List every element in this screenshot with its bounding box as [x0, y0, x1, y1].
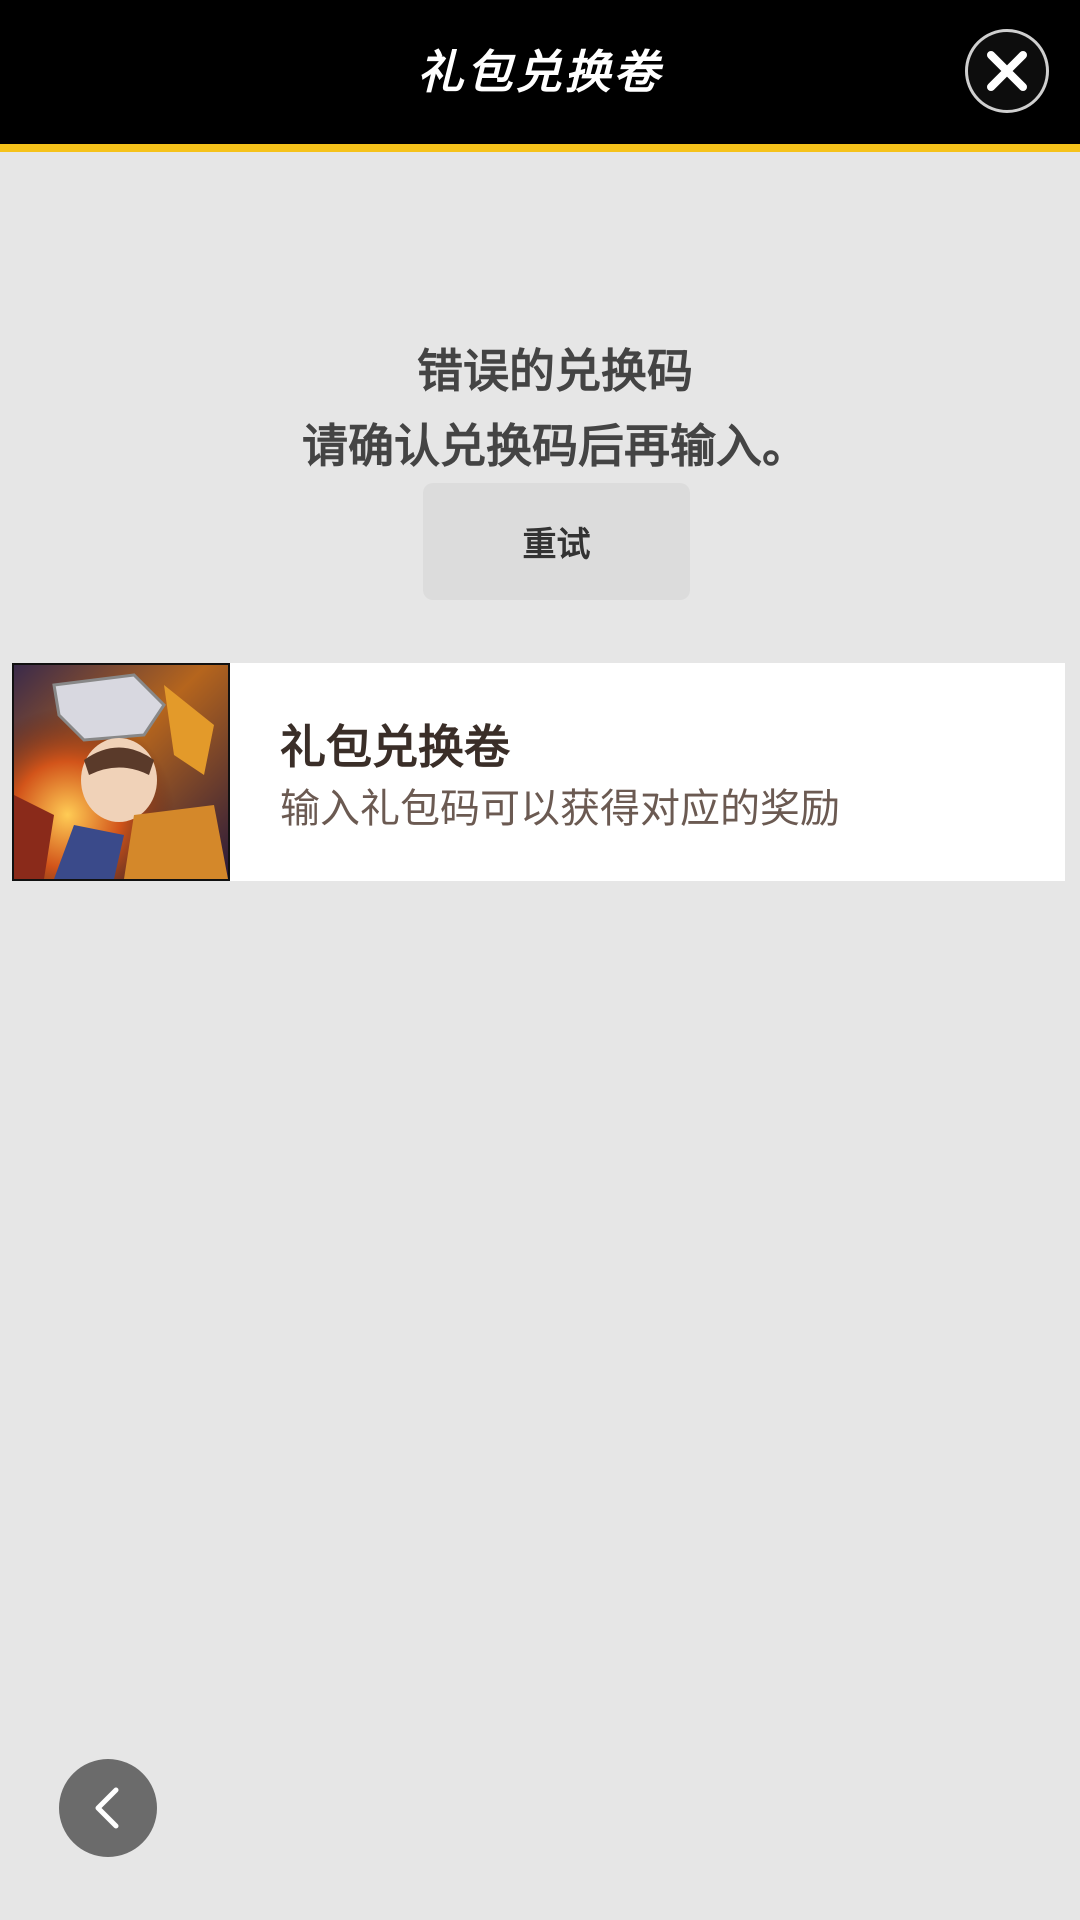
- card-title: 礼包兑换卷: [280, 720, 510, 774]
- redeem-card[interactable]: 礼包兑换卷 输入礼包码可以获得对应的奖励: [12, 663, 1065, 881]
- retry-button[interactable]: 重试: [423, 483, 690, 600]
- header-accent-stripe: [0, 144, 1080, 152]
- error-title: 错误的兑换码: [417, 344, 693, 398]
- close-button[interactable]: [965, 29, 1049, 113]
- error-hint: 请确认兑换码后再输入。: [302, 419, 808, 473]
- hero-portrait-icon: [14, 665, 228, 879]
- gift-redeem-page: 礼包兑换卷 错误的兑换码 请确认兑换码后再输入。 重试 礼包兑换卷 输入礼包码可…: [0, 0, 1080, 1920]
- hero-portrait-image: [12, 663, 230, 881]
- close-icon: [987, 51, 1027, 91]
- chevron-left-icon: [95, 1787, 119, 1829]
- card-description: 输入礼包码可以获得对应的奖励: [280, 786, 840, 832]
- header-bar: 礼包兑换卷: [0, 0, 1080, 144]
- back-button[interactable]: [59, 1759, 157, 1857]
- page-title: 礼包兑换卷: [417, 45, 663, 99]
